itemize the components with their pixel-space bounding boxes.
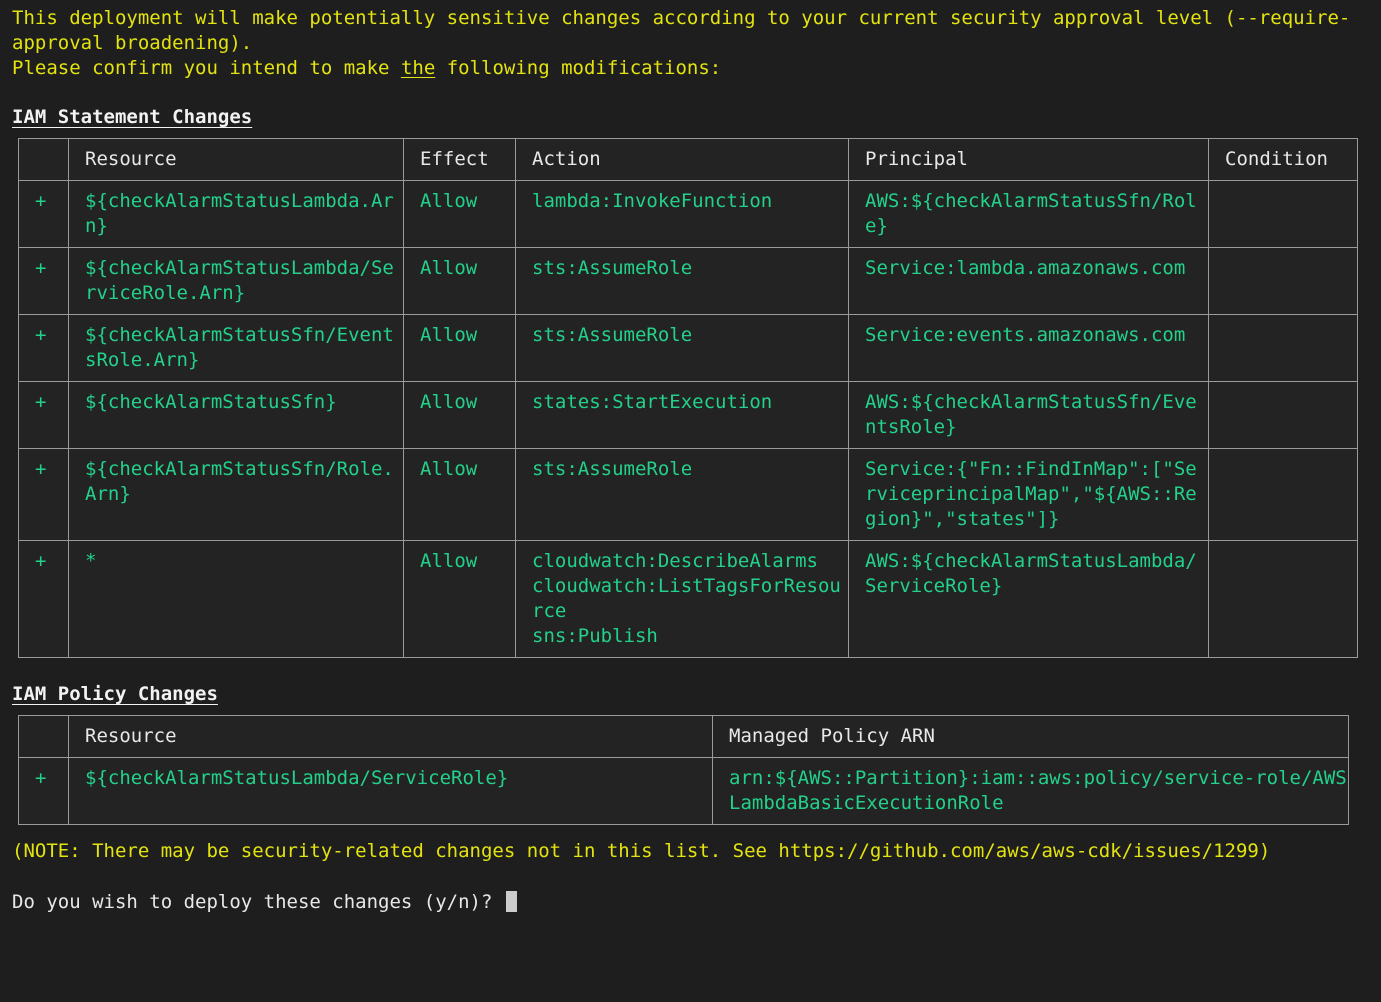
row-marker: + bbox=[19, 248, 69, 315]
cell-effect: Allow bbox=[404, 449, 516, 541]
cell-condition bbox=[1209, 315, 1358, 382]
cell-action: states:StartExecution bbox=[516, 382, 849, 449]
table-row: + ${checkAlarmStatusSfn} Allow states:St… bbox=[19, 382, 1358, 449]
row-marker: + bbox=[19, 758, 69, 825]
cell-principal: AWS:${checkAlarmStatusSfn/EventsRole} bbox=[849, 382, 1209, 449]
col-header-action: Action bbox=[516, 139, 849, 181]
row-marker: + bbox=[19, 541, 69, 658]
table-row: + ${checkAlarmStatusSfn/EventsRole.Arn} … bbox=[19, 315, 1358, 382]
row-marker: + bbox=[19, 449, 69, 541]
cell-resource: ${checkAlarmStatusSfn/Role.Arn} bbox=[69, 449, 404, 541]
terminal-screen: This deployment will make potentially se… bbox=[0, 0, 1381, 1002]
intro-confirm-prefix: Please confirm you intend to make bbox=[12, 57, 401, 79]
table-header-row: Resource Managed Policy ARN bbox=[19, 716, 1349, 758]
table-row: + ${checkAlarmStatusLambda/ServiceRole} … bbox=[19, 758, 1349, 825]
prompt-text: Do you wish to deploy these changes (y/n… bbox=[12, 891, 504, 913]
cell-effect: Allow bbox=[404, 315, 516, 382]
cell-action: sts:AssumeRole bbox=[516, 449, 849, 541]
col-header-marker bbox=[19, 716, 69, 758]
row-marker: + bbox=[19, 181, 69, 248]
cell-condition bbox=[1209, 382, 1358, 449]
table-row: + ${checkAlarmStatusLambda/ServiceRole.A… bbox=[19, 248, 1358, 315]
cell-condition bbox=[1209, 541, 1358, 658]
policy-section-heading-wrap: IAM Policy Changes bbox=[0, 658, 1381, 715]
cell-resource: ${checkAlarmStatusSfn/EventsRole.Arn} bbox=[69, 315, 404, 382]
cell-resource: ${checkAlarmStatusLambda/ServiceRole.Arn… bbox=[69, 248, 404, 315]
cell-resource: ${checkAlarmStatusLambda.Arn} bbox=[69, 181, 404, 248]
statement-section-heading: IAM Statement Changes bbox=[0, 105, 252, 130]
cell-action: sts:AssumeRole bbox=[516, 315, 849, 382]
col-header-resource: Resource bbox=[69, 139, 404, 181]
iam-policy-changes-table: Resource Managed Policy ARN + ${checkAla… bbox=[18, 715, 1349, 825]
cell-action: lambda:InvokeFunction bbox=[516, 181, 849, 248]
col-header-resource: Resource bbox=[69, 716, 713, 758]
iam-statement-changes-table: Resource Effect Action Principal Conditi… bbox=[18, 138, 1358, 658]
cell-principal: Service:lambda.amazonaws.com bbox=[849, 248, 1209, 315]
intro-line-approval: This deployment will make potentially se… bbox=[12, 6, 1381, 56]
table-row: + * Allow cloudwatch:DescribeAlarms clou… bbox=[19, 541, 1358, 658]
cell-effect: Allow bbox=[404, 248, 516, 315]
cell-effect: Allow bbox=[404, 382, 516, 449]
cell-principal: AWS:${checkAlarmStatusLambda/ServiceRole… bbox=[849, 541, 1209, 658]
cell-managed-policy-arn: arn:${AWS::Partition}:iam::aws:policy/se… bbox=[713, 758, 1349, 825]
row-marker: + bbox=[19, 382, 69, 449]
col-header-principal: Principal bbox=[849, 139, 1209, 181]
cell-effect: Allow bbox=[404, 181, 516, 248]
block-cursor-icon bbox=[506, 891, 517, 912]
cell-principal: Service:{"Fn::FindInMap":["Serviceprinci… bbox=[849, 449, 1209, 541]
cell-principal: AWS:${checkAlarmStatusSfn/Role} bbox=[849, 181, 1209, 248]
statement-section-heading-wrap: IAM Statement Changes bbox=[0, 81, 1381, 138]
table-header-row: Resource Effect Action Principal Conditi… bbox=[19, 139, 1358, 181]
deploy-confirmation-prompt[interactable]: Do you wish to deploy these changes (y/n… bbox=[0, 890, 1381, 915]
table-row: + ${checkAlarmStatusLambda.Arn} Allow la… bbox=[19, 181, 1358, 248]
cell-action: cloudwatch:DescribeAlarms cloudwatch:Lis… bbox=[516, 541, 849, 658]
col-header-managed-policy-arn: Managed Policy ARN bbox=[713, 716, 1349, 758]
cell-action: sts:AssumeRole bbox=[516, 248, 849, 315]
cell-condition bbox=[1209, 449, 1358, 541]
policy-section-heading: IAM Policy Changes bbox=[0, 682, 218, 707]
cell-resource: * bbox=[69, 541, 404, 658]
intro-message: This deployment will make potentially se… bbox=[0, 6, 1381, 81]
cell-resource: ${checkAlarmStatusSfn} bbox=[69, 382, 404, 449]
col-header-effect: Effect bbox=[404, 139, 516, 181]
intro-confirm-suffix: following modifications: bbox=[435, 57, 721, 79]
intro-confirm-the: the bbox=[401, 57, 435, 79]
col-header-condition: Condition bbox=[1209, 139, 1358, 181]
cell-resource: ${checkAlarmStatusLambda/ServiceRole} bbox=[69, 758, 713, 825]
cell-condition bbox=[1209, 248, 1358, 315]
intro-line-confirm: Please confirm you intend to make the fo… bbox=[12, 56, 1381, 81]
cell-principal: Service:events.amazonaws.com bbox=[849, 315, 1209, 382]
cell-condition bbox=[1209, 181, 1358, 248]
row-marker: + bbox=[19, 315, 69, 382]
security-note: (NOTE: There may be security-related cha… bbox=[0, 839, 1381, 864]
cell-effect: Allow bbox=[404, 541, 516, 658]
col-header-marker bbox=[19, 139, 69, 181]
table-row: + ${checkAlarmStatusSfn/Role.Arn} Allow … bbox=[19, 449, 1358, 541]
